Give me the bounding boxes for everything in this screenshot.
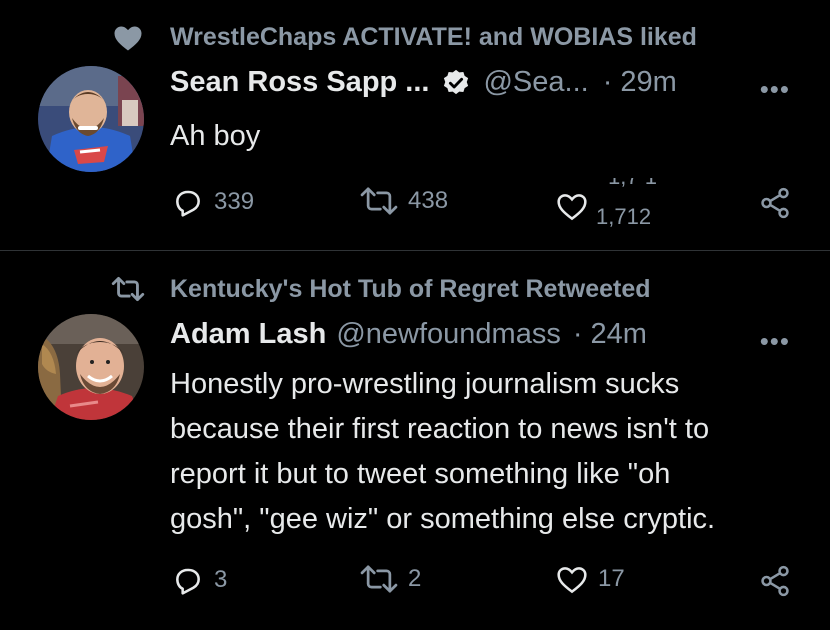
share-icon <box>761 565 789 597</box>
tweet-1[interactable]: WrestleChaps ACTIVATE! and WOBIAS liked … <box>0 0 830 250</box>
heart-outline-icon <box>557 567 587 594</box>
timestamp[interactable]: 29m <box>620 66 676 99</box>
separator-dot: · <box>572 318 583 350</box>
author-name[interactable]: Adam Lash <box>170 318 326 351</box>
retweet-icon <box>360 565 398 593</box>
like-count-animating-out: 1,7 1 <box>608 164 657 189</box>
social-context[interactable]: WrestleChaps ACTIVATE! and WOBIAS liked <box>110 22 697 52</box>
avatar[interactable] <box>38 314 144 420</box>
tweet-divider <box>0 250 830 251</box>
timestamp[interactable]: 24m <box>591 318 647 351</box>
reply-icon <box>176 568 200 595</box>
share-button[interactable] <box>758 564 792 598</box>
retweet-icon <box>110 274 146 304</box>
tweet-text-line: report it but to tweet something like "o… <box>170 458 671 490</box>
author-handle[interactable]: @newfoundmass <box>336 318 561 351</box>
like-count: 17 <box>598 565 625 592</box>
more-options-button[interactable]: ••• <box>760 326 790 357</box>
heart-icon <box>110 22 146 52</box>
like-count: 1,712 <box>596 204 652 228</box>
social-context-text: WrestleChaps ACTIVATE! and WOBIAS liked <box>170 22 697 51</box>
like-button[interactable]: 17 <box>556 564 625 594</box>
tweet-text: Ah boy <box>170 120 261 152</box>
retweet-count: 2 <box>408 565 422 592</box>
tweet-actions: 3 2 17 <box>170 564 800 604</box>
like-button[interactable]: 1,7 1 1,712 <box>556 178 666 228</box>
share-icon <box>761 187 789 219</box>
social-context[interactable]: Kentucky's Hot Tub of Regret Retweeted <box>110 274 651 304</box>
more-options-button[interactable]: ••• <box>760 74 790 105</box>
social-context-text: Kentucky's Hot Tub of Regret Retweeted <box>170 274 651 303</box>
tweet-2[interactable]: Kentucky's Hot Tub of Regret Retweeted A… <box>0 254 830 630</box>
verified-badge-icon <box>444 69 469 94</box>
author-handle[interactable]: @Sea... <box>483 66 588 99</box>
tweet-actions: 339 438 1,7 1 1,712 <box>170 178 800 228</box>
share-button[interactable] <box>758 186 792 220</box>
author-name[interactable]: Sean Ross Sapp ... <box>170 66 429 99</box>
tweet-text-line: because their first reaction to news isn… <box>170 413 710 445</box>
reply-icon <box>176 190 200 217</box>
reply-count: 339 <box>214 188 255 215</box>
tweet-header: Sean Ross Sapp ... @Sea... · 29m <box>170 66 677 99</box>
retweet-button[interactable]: 2 <box>360 564 421 594</box>
heart-outline-icon <box>557 194 587 221</box>
tweet-text: Honestly pro-wrestling journalism sucks … <box>170 362 800 542</box>
reply-button[interactable]: 3 <box>172 564 227 596</box>
reply-count: 3 <box>214 566 228 593</box>
separator-dot: · <box>602 66 613 98</box>
reply-button[interactable]: 339 <box>172 186 254 218</box>
avatar[interactable] <box>38 66 144 172</box>
tweet-text-line: gosh", "gee wiz" or something else crypt… <box>170 503 716 535</box>
retweet-button[interactable]: 438 <box>360 186 448 216</box>
retweet-icon <box>360 187 398 215</box>
retweet-count: 438 <box>408 187 449 214</box>
tweet-text-line: Honestly pro-wrestling journalism sucks <box>170 368 680 400</box>
tweet-header: Adam Lash @newfoundmass · 24m <box>170 318 647 351</box>
